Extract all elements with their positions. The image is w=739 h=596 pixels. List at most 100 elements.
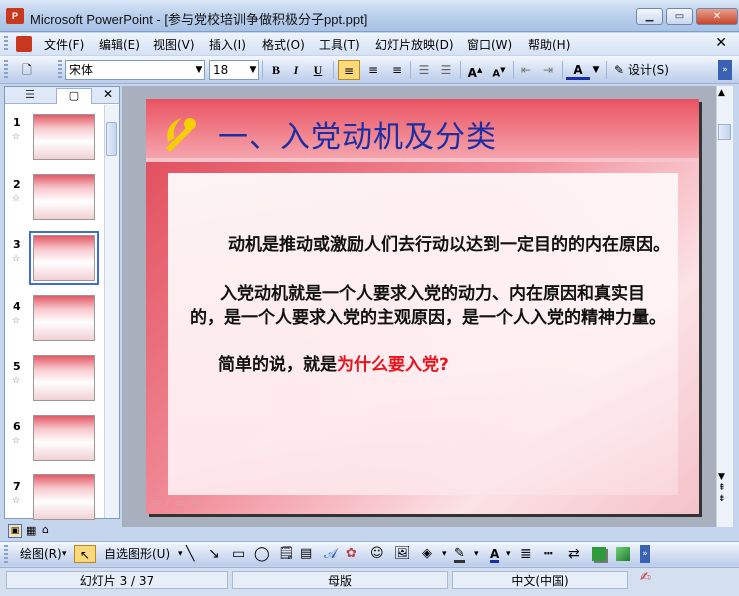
font-name-select[interactable]: 宋体 [65,60,205,80]
drawbar-grip[interactable] [4,545,8,563]
3d-style-icon[interactable] [616,547,630,561]
chevron-down-icon[interactable]: ▾ [62,545,67,563]
chevron-down-icon[interactable]: ▾ [506,545,511,563]
scroll-up-icon[interactable]: ▲ [718,88,725,98]
chevron-down-icon[interactable]: ▼ [590,60,602,80]
party-emblem-icon [166,118,196,152]
wordart-icon[interactable]: 𝒜 [324,545,337,563]
tab-slides[interactable]: ▢ [56,88,92,104]
fill-color-icon[interactable]: ◈ [422,545,432,563]
picture-icon[interactable]: 🖼 [394,545,411,563]
slideshow-nav-icons[interactable]: ⇦⁄▭⇨ [152,496,207,509]
toolbar-options-icon[interactable]: » [718,60,732,80]
textbox-tool-icon[interactable]: 🗒 [278,545,295,563]
increase-font-icon[interactable]: A▲ [464,60,486,80]
draw-menu-button[interactable]: 绘图(R) [20,545,62,563]
menu-insert[interactable]: 插入(I) [209,36,246,53]
chevron-down-icon[interactable]: ▾ [178,545,183,563]
menu-window[interactable]: 窗口(W) [467,36,512,53]
align-right-icon[interactable]: ≡ [386,60,408,80]
slides-pane-scroll-thumb[interactable] [106,122,117,156]
close-pane-icon[interactable]: ✕ [103,87,113,101]
clipart-icon[interactable]: ☺ [370,545,384,563]
shadow-style-icon[interactable] [592,547,606,561]
slide-title[interactable]: 一、入党动机及分类 [218,112,497,156]
toolbar-grip[interactable] [4,60,8,80]
status-template: 母版 [232,571,448,589]
close-document-icon[interactable]: ✕ [715,35,727,51]
slide-number: 3 [13,238,21,251]
close-window-button[interactable]: ✕ [696,8,738,25]
menu-file[interactable]: 文件(F) [44,36,84,53]
toolbar-separator [513,61,514,79]
powerpoint-app-icon[interactable]: P [6,8,24,24]
menu-help[interactable]: 帮助(H) [528,36,570,53]
underline-button[interactable]: U [308,60,328,80]
oval-tool-icon[interactable]: ◯ [254,545,270,563]
document-icon[interactable] [16,36,32,52]
decrease-indent-icon[interactable]: ⇤ [516,60,536,80]
diagram-icon[interactable]: ✿ [346,545,357,563]
menu-tools[interactable]: 工具(T) [319,36,360,53]
slide-sorter-view-icon[interactable]: ▦ [26,524,36,537]
dash-style-icon[interactable]: ┅ [544,545,552,563]
bullets-icon[interactable]: ☰ [436,60,456,80]
menu-view[interactable]: 视图(V) [153,36,195,53]
new-document-icon[interactable]: 🗋 [14,60,40,80]
toolbar-separator [606,61,607,79]
decrease-font-icon[interactable]: A▼ [488,60,510,80]
slide-number: 7 [13,480,21,493]
menu-format[interactable]: 格式(O) [262,36,305,53]
rectangle-tool-icon[interactable]: ▭ [232,545,245,563]
menu-slideshow[interactable]: 幻灯片放映(D) [375,36,454,53]
slide-thumbnail-6[interactable] [33,415,95,461]
toolbar-grip-2[interactable] [58,60,62,80]
italic-button[interactable]: I [286,60,306,80]
star-icon: ☆ [12,376,21,386]
line-color-icon[interactable]: ✎ [454,545,465,563]
slide-content-box[interactable] [168,173,678,495]
chevron-down-icon[interactable]: ▼ [193,60,205,80]
design-icon[interactable]: ✎ [610,60,628,80]
normal-view-icon[interactable]: ▣ [8,524,22,538]
scroll-nav-icons[interactable]: ▼ ⇞ ⇟ [718,472,726,505]
draw-font-color-icon[interactable]: A [490,545,500,563]
spelling-check-icon[interactable]: ✍ [640,570,651,585]
line-tool-icon[interactable]: ╲ [186,545,194,563]
increase-indent-icon[interactable]: ⇥ [538,60,558,80]
design-button[interactable]: 设计(S) [628,60,676,80]
slide-number: 6 [13,420,21,433]
chevron-down-icon[interactable]: ▾ [442,545,447,563]
align-left-icon[interactable]: ≡ [338,60,360,80]
slide-thumbnail-2[interactable] [33,174,95,220]
slide-thumbnail-1[interactable] [33,114,95,160]
slide-number: 5 [13,360,21,373]
menu-edit[interactable]: 编辑(E) [99,36,140,53]
editor-vertical-scrollbar[interactable] [716,86,733,527]
bold-button[interactable]: B [266,60,286,80]
autoshapes-button[interactable]: 自选图形(U) [104,545,170,563]
align-center-icon[interactable]: ≡ [362,60,384,80]
numbering-icon[interactable]: ☰ [414,60,434,80]
slide-thumbnail-5[interactable] [33,355,95,401]
vertical-textbox-icon[interactable]: ▤ [300,545,312,563]
slideshow-view-icon[interactable]: ⌂ [42,523,49,536]
minimize-button[interactable]: ▁ [636,8,663,25]
maximize-button[interactable]: ▭ [666,8,693,25]
chevron-down-icon[interactable]: ▾ [474,545,479,563]
star-icon: ☆ [12,436,21,446]
tab-outline[interactable]: ☰ [12,88,48,103]
menubar-grip[interactable] [4,36,8,52]
arrow-style-icon[interactable]: ⇄ [568,545,580,563]
slide-thumbnail-4[interactable] [33,295,95,341]
slide-thumbnail-7[interactable] [33,474,95,520]
slides-pane-scrollbar[interactable] [104,105,119,518]
line-style-icon[interactable]: ≣ [520,545,532,563]
font-color-icon[interactable]: A [566,60,590,80]
slide-thumbnail-3[interactable] [29,231,99,285]
editor-scroll-thumb[interactable] [718,124,731,140]
arrow-tool-icon[interactable]: ↘ [208,545,220,563]
select-pointer-icon[interactable]: ↖ [74,545,96,563]
drawbar-options-icon[interactable]: » [640,545,650,563]
chevron-down-icon[interactable]: ▼ [247,60,259,80]
